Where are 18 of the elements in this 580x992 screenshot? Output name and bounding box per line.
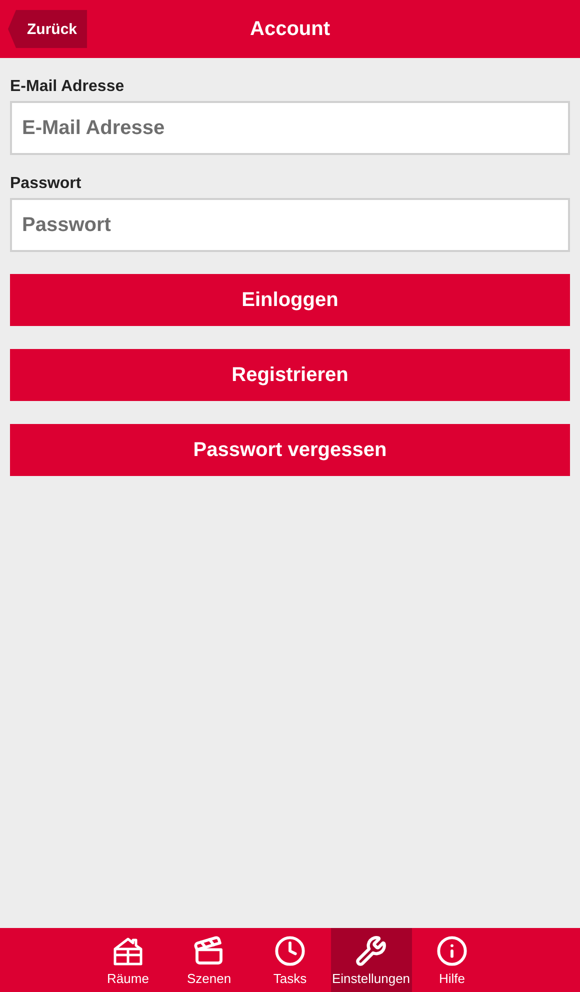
nav-tab[interactable]: Einstellungen — [330, 928, 412, 992]
nav-tab[interactable]: Hilfe — [412, 928, 492, 992]
clock-icon — [274, 934, 306, 966]
nav-tab[interactable]: Räume — [88, 928, 168, 992]
field-label: Passwort — [10, 175, 82, 193]
clapperboard-icon — [193, 934, 225, 966]
field-label: E-Mail Adresse — [10, 78, 126, 96]
action-button[interactable]: Registrieren — [10, 349, 570, 401]
nav-tab[interactable]: Tasks — [250, 928, 330, 992]
back-button[interactable]: Zurück — [8, 10, 88, 48]
info-icon — [436, 934, 468, 966]
nav-tab[interactable]: Szenen — [168, 928, 250, 992]
input-field[interactable]: Passwort — [10, 198, 570, 252]
wrench-icon — [355, 934, 387, 966]
page-title: Account — [250, 18, 330, 40]
action-button[interactable]: Einloggen — [10, 274, 570, 326]
action-button[interactable]: Passwort vergessen — [10, 424, 570, 476]
input-field[interactable]: E-Mail Adresse — [10, 101, 570, 155]
